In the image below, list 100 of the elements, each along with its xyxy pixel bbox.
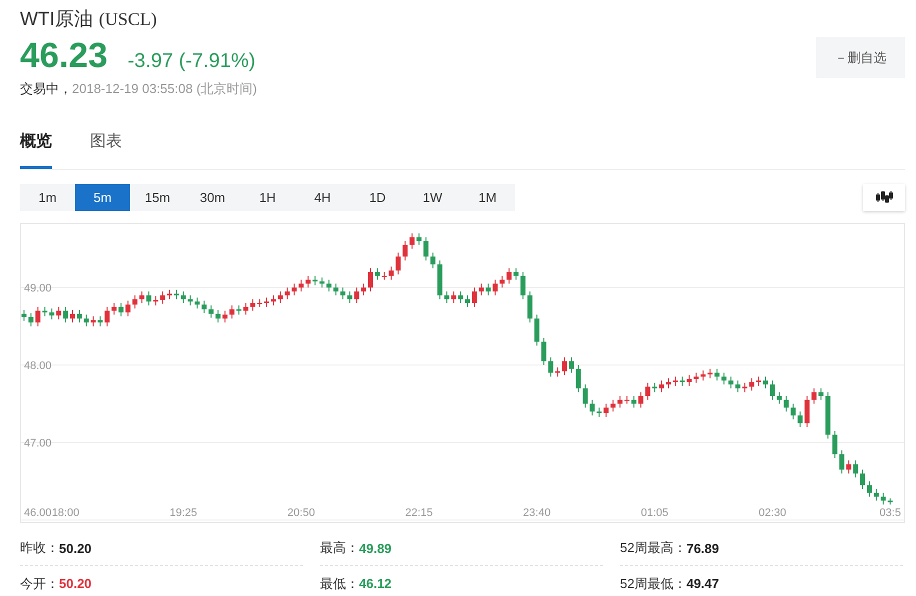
candlestick: [28, 312, 34, 327]
candlestick: [146, 290, 152, 306]
price-change: -3.97 (-7.91%): [128, 50, 256, 73]
candlestick: [312, 275, 318, 286]
remove-watchlist-button[interactable]: －删自选: [816, 37, 905, 78]
period-tab[interactable]: 1M: [460, 184, 515, 210]
x-axis-label: 20:50: [287, 507, 315, 519]
candlestick: [666, 378, 671, 389]
stat-value: 49.89: [359, 540, 392, 556]
candlestick: [333, 283, 338, 296]
candlestick: [604, 403, 609, 418]
trading-status: 交易中，: [20, 80, 72, 98]
candlestick: [714, 368, 720, 382]
candlestick: [340, 287, 346, 300]
candlestick: [631, 396, 636, 408]
candlestick: [35, 306, 40, 327]
candlestick: [202, 300, 207, 314]
tab[interactable]: 图表: [90, 124, 122, 169]
x-axis-label: 02:30: [758, 507, 786, 519]
candlestick: [846, 460, 852, 474]
candlestick: [672, 376, 678, 386]
candlestick: [645, 382, 650, 400]
candlestick: [652, 382, 658, 393]
candlestick: [700, 370, 706, 382]
candlestick: [458, 290, 464, 304]
x-axis-label: 19:25: [170, 507, 198, 519]
candlestick: [208, 304, 214, 318]
stat-value: 50.20: [59, 576, 92, 591]
period-tab[interactable]: 1D: [350, 184, 405, 210]
candlestick: [708, 368, 713, 379]
candlestick: [84, 314, 89, 327]
candlestick: [839, 450, 844, 474]
candlestick: [139, 290, 144, 304]
stat-value: 50.20: [59, 540, 92, 556]
candlestick: [582, 384, 588, 408]
candlestick: [402, 240, 408, 261]
x-axis-label: 18:00: [52, 507, 80, 519]
candlestick: [638, 392, 644, 408]
candlestick: [250, 298, 256, 312]
candlestick: [112, 302, 117, 316]
period-tab[interactable]: 15m: [130, 184, 185, 210]
period-tab[interactable]: 1m: [20, 184, 75, 210]
candlestick: [194, 297, 200, 309]
y-axis-label: 47.00: [24, 438, 52, 450]
candlestick: [548, 356, 554, 378]
y-axis-label: 48.00: [24, 360, 52, 372]
candlestick: [749, 378, 754, 392]
candlestick: [410, 232, 415, 250]
instrument-code: (USCL): [98, 9, 157, 30]
candlestick: [832, 430, 838, 458]
candlestick: [104, 306, 110, 327]
period-tab[interactable]: 4H: [295, 184, 350, 210]
candlestick: [56, 306, 62, 320]
candlestick: [278, 290, 283, 304]
candlestick: [284, 287, 290, 300]
candlestick: [90, 316, 96, 327]
stat-label: 最高：: [320, 539, 359, 557]
candlestick: [624, 396, 630, 404]
period-tab[interactable]: 1W: [405, 184, 460, 210]
candlestick: [388, 266, 394, 280]
candlestick: [22, 310, 26, 322]
candlestick: [694, 372, 699, 384]
tab[interactable]: 概览: [20, 124, 52, 169]
candlestick: [541, 337, 546, 366]
x-axis-label: 23:40: [523, 507, 551, 519]
candlestick: [160, 290, 166, 304]
period-tab[interactable]: 5m: [75, 184, 130, 210]
stat-label: 52周最高：: [620, 539, 686, 557]
candlestick: [721, 372, 726, 385]
candlestick: [804, 396, 810, 428]
candlestick: [492, 279, 498, 296]
candlestick: [596, 407, 602, 418]
x-axis-label: 22:15: [405, 507, 433, 519]
candlestick: [728, 376, 734, 389]
candlestick: [756, 376, 762, 386]
candlestick: [320, 276, 324, 288]
stat-value: 46.12: [359, 576, 392, 591]
stat-value: 76.89: [686, 540, 720, 556]
candlestick: [576, 364, 581, 393]
stat-label: 52周最低：: [620, 574, 686, 592]
period-tab[interactable]: 30m: [185, 184, 240, 210]
candlestick: [735, 380, 740, 393]
period-tab[interactable]: 1H: [240, 184, 295, 210]
candlestick: [742, 382, 748, 393]
candlestick: [153, 296, 158, 306]
chart-type-button[interactable]: [863, 184, 905, 210]
candlestick: [534, 314, 540, 346]
candlestick: [236, 304, 242, 316]
candlestick: [798, 411, 803, 428]
candlestick: [354, 287, 360, 304]
candlestick: [506, 268, 512, 284]
candlestick: [243, 302, 248, 316]
candlestick: [451, 290, 456, 304]
candlestick: [486, 283, 491, 296]
candlestick: [686, 374, 692, 386]
candlestick: [590, 399, 595, 416]
stat-value: 49.47: [686, 576, 720, 591]
candlestick: [888, 498, 893, 505]
candlestick: [478, 283, 484, 296]
candlestick: [776, 392, 782, 404]
